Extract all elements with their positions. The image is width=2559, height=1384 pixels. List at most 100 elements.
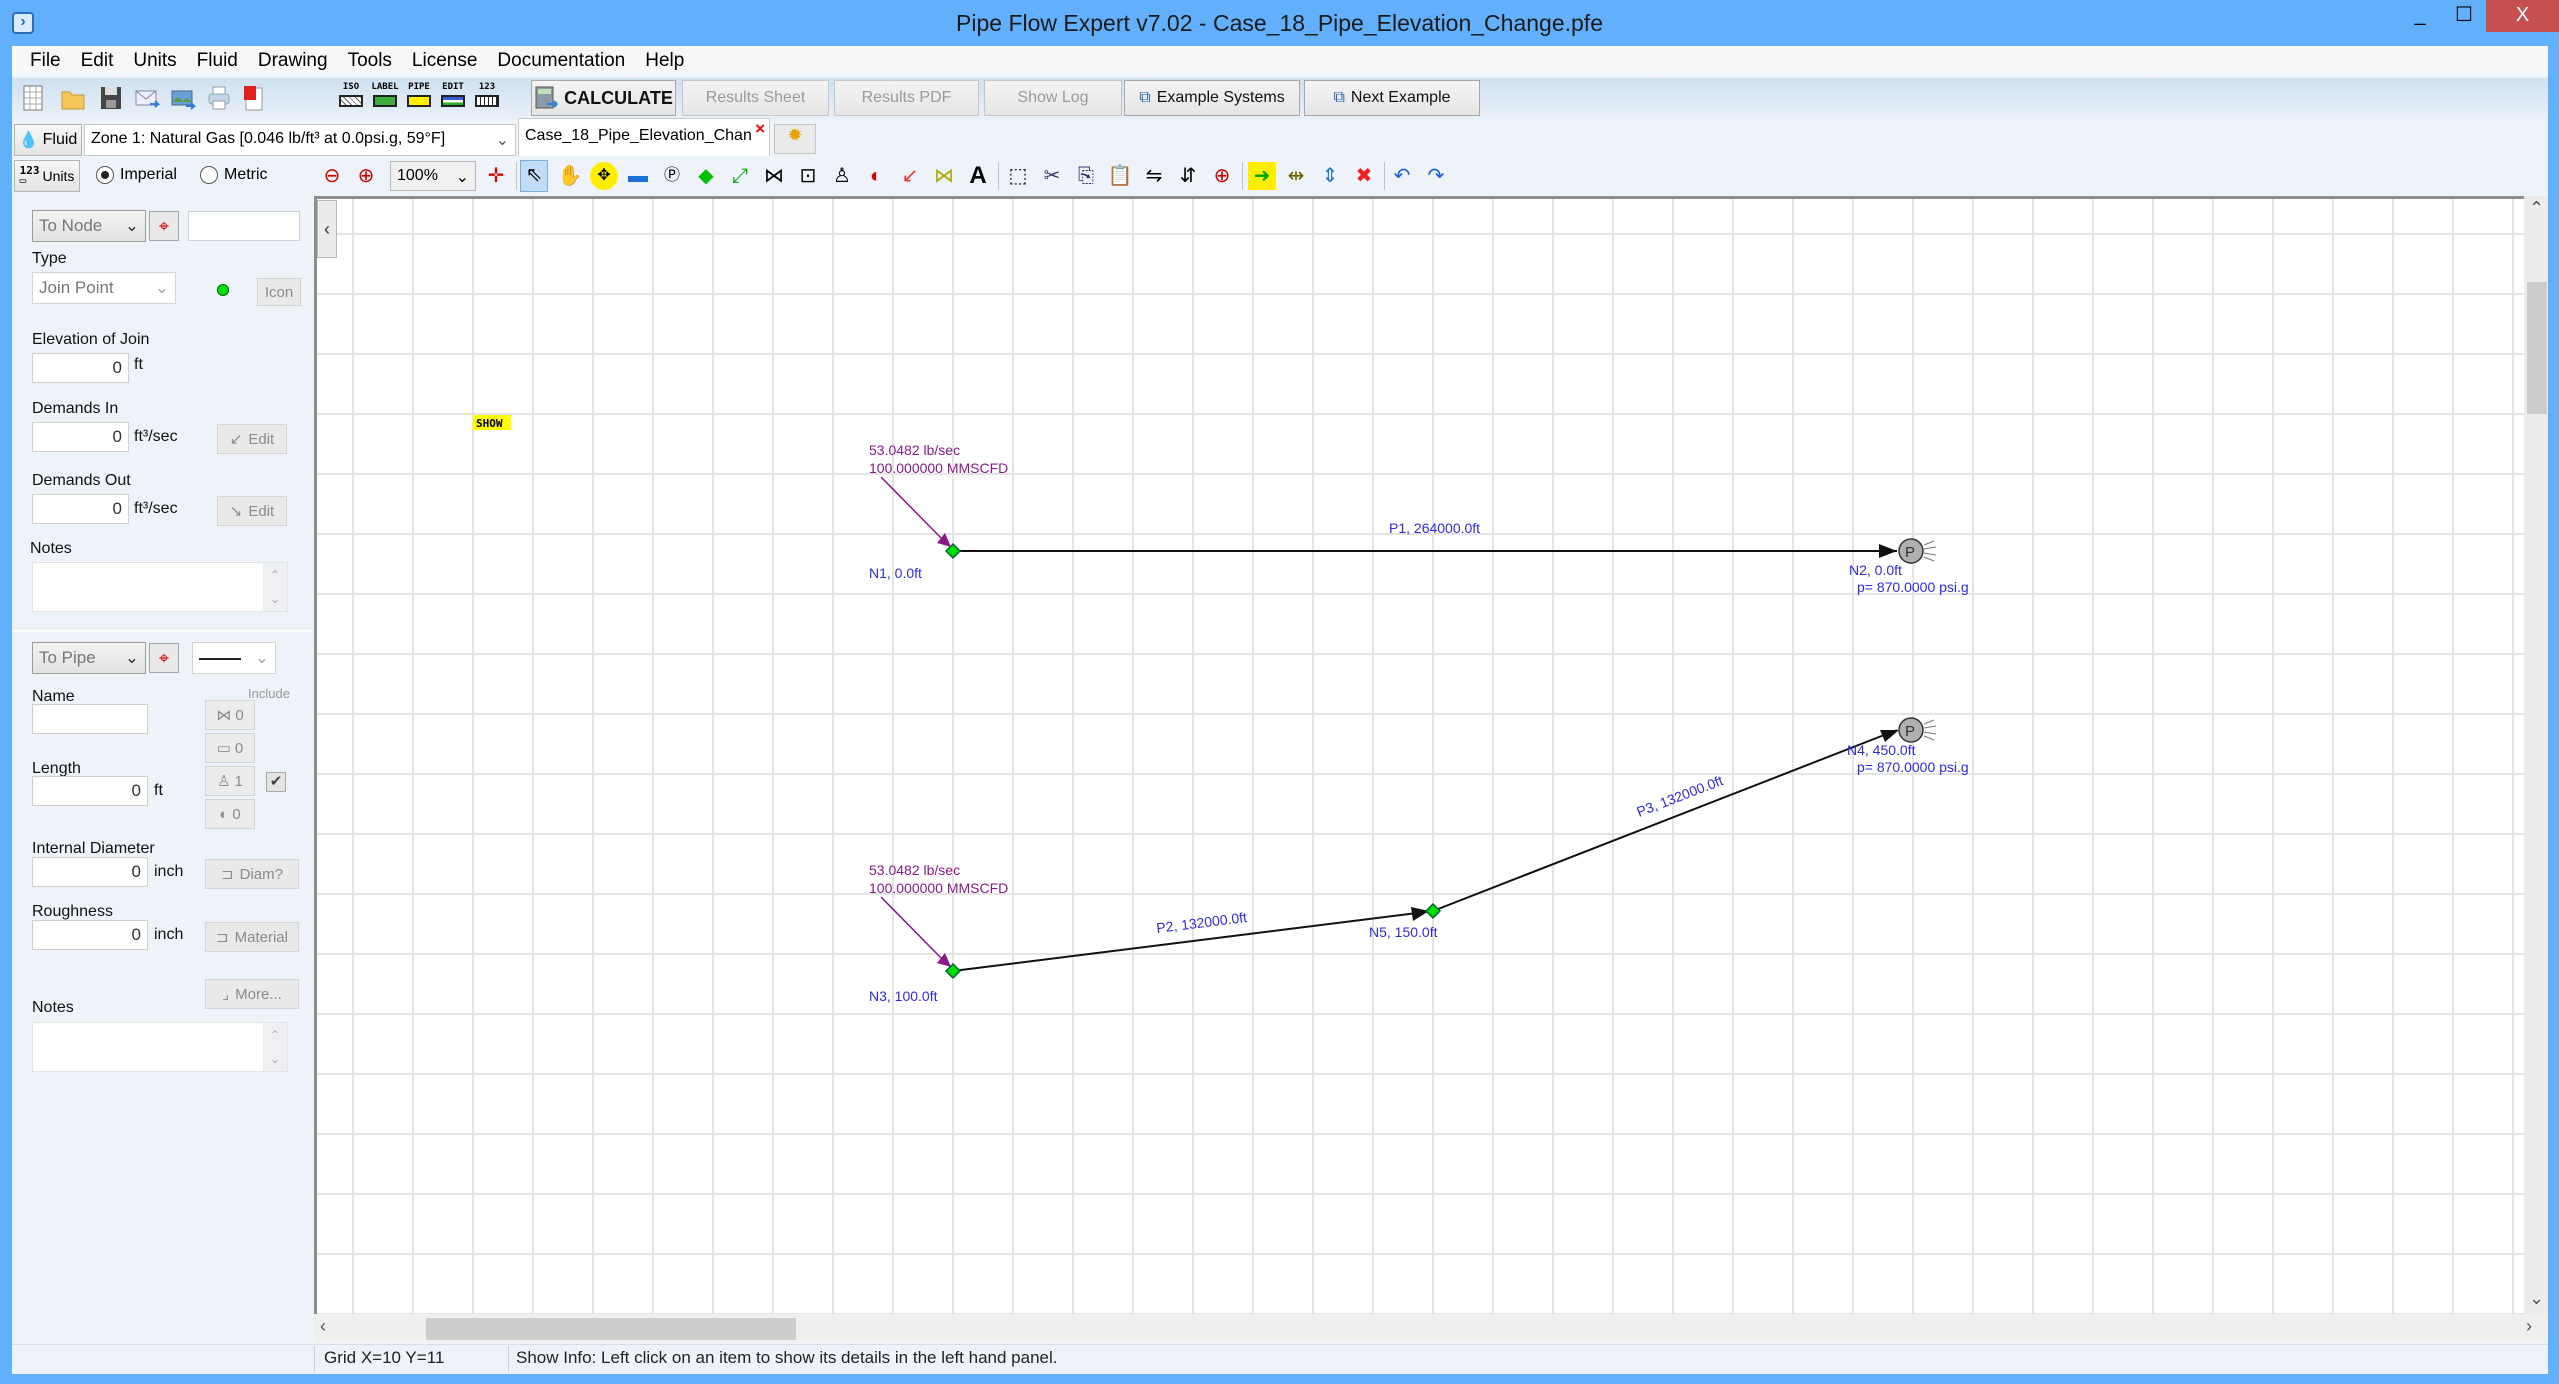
move-icon[interactable]: ✥: [590, 162, 618, 190]
print-icon[interactable]: [206, 84, 232, 112]
node-n2-label[interactable]: N2, 0.0ft: [1849, 562, 1902, 578]
menu-tools[interactable]: Tools: [338, 50, 402, 72]
diameter-field[interactable]: 0: [32, 857, 148, 887]
horizontal-scroll-thumb[interactable]: [426, 1318, 796, 1340]
iso-icon[interactable]: ISO: [336, 82, 366, 116]
node-selector[interactable]: To Node ⌄: [32, 210, 146, 242]
minimize-button[interactable]: _: [2398, 0, 2442, 32]
icon-button[interactable]: Icon: [257, 278, 301, 306]
results-sheet-button[interactable]: Results Sheet: [682, 80, 829, 116]
pipe-network-diagram[interactable]: SHOW P1, 264000.0ft P2, 132000.0ft P3, 1…: [317, 199, 2526, 1314]
pdf-icon[interactable]: [240, 84, 266, 112]
menu-fluid[interactable]: Fluid: [187, 50, 248, 72]
fittings-icon[interactable]: ⋈: [760, 162, 788, 190]
zoom-out-icon[interactable]: ⊖: [318, 162, 346, 190]
demands-out-edit-button[interactable]: ↘ Edit: [217, 496, 287, 526]
example-systems-button[interactable]: ⧉ Example Systems: [1124, 80, 1300, 116]
locate-node-button[interactable]: ⌖: [149, 211, 179, 241]
demands-out-field[interactable]: 0: [32, 494, 129, 524]
flow-icon[interactable]: ⋈: [930, 162, 958, 190]
scroll-left-icon[interactable]: ‹: [320, 1316, 326, 1337]
results-pdf-button[interactable]: Results PDF: [834, 80, 979, 116]
pressure-node-icon[interactable]: Ⓟ: [658, 162, 686, 190]
fluid-zone-select[interactable]: Zone 1: Natural Gas [0.046 lb/ft³ at 0.0…: [84, 124, 516, 156]
email-icon[interactable]: [134, 84, 160, 112]
text-icon[interactable]: A: [964, 162, 992, 190]
delete-icon[interactable]: ✖: [1350, 162, 1378, 190]
edit-icon[interactable]: EDIT: [438, 82, 468, 116]
pressure-node-n2[interactable]: P: [1898, 538, 1937, 564]
close-tab-icon[interactable]: ×: [755, 119, 765, 139]
vertical-scroll-thumb[interactable]: [2527, 282, 2547, 414]
node-notes-field[interactable]: ⌃ ⌄: [32, 562, 288, 612]
document-tab[interactable]: Case_18_Pipe_Elevation_Chan ×: [518, 118, 770, 156]
flip-vertical-icon[interactable]: ⇵: [1174, 162, 1202, 190]
scroll-down-icon[interactable]: ⌄: [2529, 1288, 2544, 1309]
tank-icon[interactable]: ▬: [624, 162, 652, 190]
select-area-icon[interactable]: ⬚: [1004, 162, 1032, 190]
roughness-field[interactable]: 0: [32, 920, 148, 950]
flow-demand-n1-line1[interactable]: 53.0482 lb/sec: [869, 442, 960, 458]
scroll-right-icon[interactable]: ›: [2526, 1316, 2532, 1337]
component-icon[interactable]: ⊡: [794, 162, 822, 190]
node-name-field[interactable]: [188, 211, 300, 241]
pipe-p2-label[interactable]: P2, 132000.0ft: [1155, 909, 1247, 936]
length-field[interactable]: 0: [32, 776, 148, 806]
material-button[interactable]: ⊐ Material: [205, 922, 299, 952]
add-node-icon[interactable]: ➜: [1248, 162, 1276, 190]
new-grid-icon[interactable]: [20, 84, 46, 112]
notes-scrollbar[interactable]: ⌃ ⌄: [263, 1023, 287, 1071]
pipe-p1-label[interactable]: P1, 264000.0ft: [1389, 520, 1480, 536]
next-example-button[interactable]: ⧉ Next Example: [1304, 80, 1480, 116]
redo-icon[interactable]: ↷: [1422, 162, 1450, 190]
calculate-button[interactable]: CALCULATE: [531, 80, 676, 116]
pumps-count-button[interactable]: ◐ 0: [205, 799, 255, 829]
flow-demand-n3-line1[interactable]: 53.0482 lb/sec: [869, 862, 960, 878]
units-123-icon[interactable]: 123: [472, 82, 502, 116]
valves-count-button[interactable]: ♙ 1: [205, 766, 255, 796]
open-folder-icon[interactable]: [60, 84, 86, 112]
new-tab-button[interactable]: ✹: [774, 124, 816, 154]
fittings-count-button[interactable]: ⋈ 0: [205, 700, 255, 730]
join-point-icon[interactable]: ◆: [692, 162, 720, 190]
pan-hand-icon[interactable]: ✋: [556, 162, 584, 190]
paste-icon[interactable]: 📋: [1106, 162, 1134, 190]
save-icon[interactable]: [98, 84, 124, 112]
undo-icon[interactable]: ↶: [1388, 162, 1416, 190]
node-n5-label[interactable]: N5, 150.0ft: [1369, 924, 1438, 940]
zoom-level-select[interactable]: 100% ⌄: [390, 161, 476, 191]
join-node-n5[interactable]: [1424, 902, 1442, 920]
cut-icon[interactable]: ✂: [1038, 162, 1066, 190]
menu-drawing[interactable]: Drawing: [248, 50, 338, 72]
pipe-p3[interactable]: [1432, 729, 1898, 912]
locate-pipe-button[interactable]: ⌖: [149, 643, 179, 673]
node-n1-label[interactable]: N1, 0.0ft: [869, 565, 922, 581]
menu-help[interactable]: Help: [635, 50, 694, 72]
align-icon[interactable]: ⇹: [1282, 162, 1310, 190]
node-type-select[interactable]: Join Point ⌄: [32, 272, 176, 304]
menu-documentation[interactable]: Documentation: [487, 50, 635, 72]
collapse-panel-button[interactable]: ‹: [317, 200, 337, 258]
pipe-selector[interactable]: To Pipe ⌄: [32, 642, 146, 674]
drawing-canvas[interactable]: SHOW P1, 264000.0ft P2, 132000.0ft P3, 1…: [314, 196, 2526, 1314]
demands-in-field[interactable]: 0: [32, 422, 129, 452]
more-button[interactable]: ⌟ More...: [205, 979, 299, 1009]
node-n4-pressure[interactable]: p= 870.0000 psi.g: [1857, 759, 1969, 775]
imperial-radio[interactable]: Imperial: [96, 166, 177, 184]
menu-edit[interactable]: Edit: [71, 50, 124, 72]
export-image-icon[interactable]: [170, 84, 196, 112]
center-icon[interactable]: ✛: [482, 162, 510, 190]
flow-demand-n3-line2[interactable]: 100.000000 MMSCFD: [869, 880, 1008, 896]
valves-include-checkbox[interactable]: ✔: [266, 772, 286, 792]
pump-icon[interactable]: ◐: [862, 162, 890, 190]
select-arrow-icon[interactable]: ⇖: [520, 160, 548, 192]
control-valve-icon[interactable]: ♙: [828, 162, 856, 190]
pipe-icon[interactable]: PIPE: [404, 82, 434, 116]
line-style-select[interactable]: ⌄: [192, 642, 276, 674]
demand-icon[interactable]: ↙: [896, 162, 924, 190]
elevation-field[interactable]: 0: [32, 353, 129, 383]
menu-license[interactable]: License: [402, 50, 488, 72]
maximize-button[interactable]: ☐: [2442, 0, 2486, 32]
diam-button[interactable]: ⊐ Diam?: [205, 859, 299, 889]
metric-radio[interactable]: Metric: [200, 166, 268, 184]
